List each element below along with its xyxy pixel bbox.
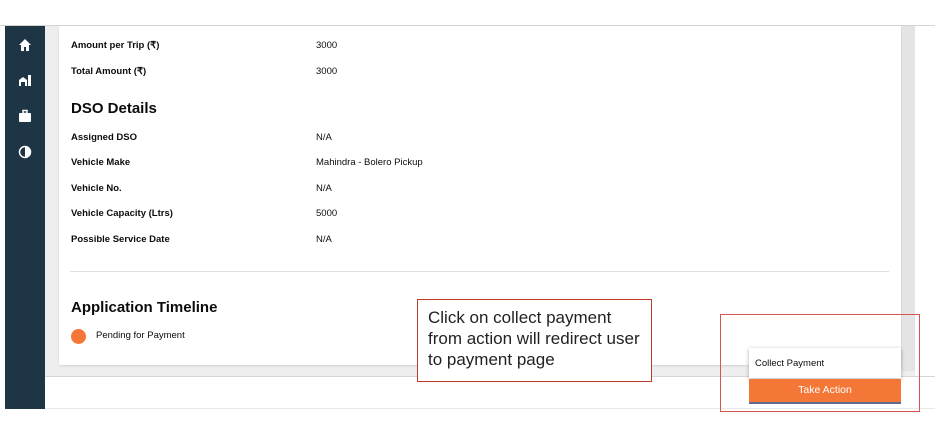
city-icon[interactable] bbox=[17, 72, 33, 88]
take-action-button[interactable]: Take Action bbox=[749, 379, 901, 404]
amount-per-trip-label: Amount per Trip (₹) bbox=[71, 40, 160, 51]
assigned-dso-value: N/A bbox=[316, 132, 332, 143]
home-icon[interactable] bbox=[17, 37, 33, 53]
application-timeline-title: Application Timeline bbox=[71, 299, 218, 316]
amount-per-trip-value: 3000 bbox=[316, 40, 338, 51]
dso-details-title: DSO Details bbox=[71, 100, 157, 117]
vehicle-no-label: Vehicle No. bbox=[71, 183, 122, 194]
timeline-status-dot bbox=[71, 329, 86, 344]
total-amount-label: Total Amount (₹) bbox=[71, 66, 147, 77]
briefcase-icon[interactable] bbox=[17, 108, 33, 124]
vehicle-make-label: Vehicle Make bbox=[71, 157, 131, 168]
possible-service-date-label: Possible Service Date bbox=[71, 234, 170, 245]
action-menu: Collect Payment bbox=[749, 348, 901, 378]
sidebar bbox=[5, 26, 48, 409]
possible-service-date-value: N/A bbox=[316, 234, 332, 245]
vehicle-make-value: Mahindra - Bolero Pickup bbox=[316, 157, 423, 168]
half-circle-icon[interactable] bbox=[17, 144, 33, 160]
vehicle-capacity-value: 5000 bbox=[316, 208, 338, 219]
app-window: Amount per Trip (₹) 3000 Total Amount (₹… bbox=[0, 0, 935, 441]
timeline-status-text: Pending for Payment bbox=[96, 330, 185, 341]
instruction-callout: Click on collect payment from action wil… bbox=[417, 299, 652, 382]
vehicle-capacity-label: Vehicle Capacity (Ltrs) bbox=[71, 208, 173, 219]
section-divider bbox=[70, 271, 889, 272]
assigned-dso-label: Assigned DSO bbox=[71, 132, 137, 143]
collect-payment-menu-item[interactable]: Collect Payment bbox=[755, 358, 824, 369]
total-amount-value: 3000 bbox=[316, 66, 338, 77]
vehicle-no-value: N/A bbox=[316, 183, 332, 194]
